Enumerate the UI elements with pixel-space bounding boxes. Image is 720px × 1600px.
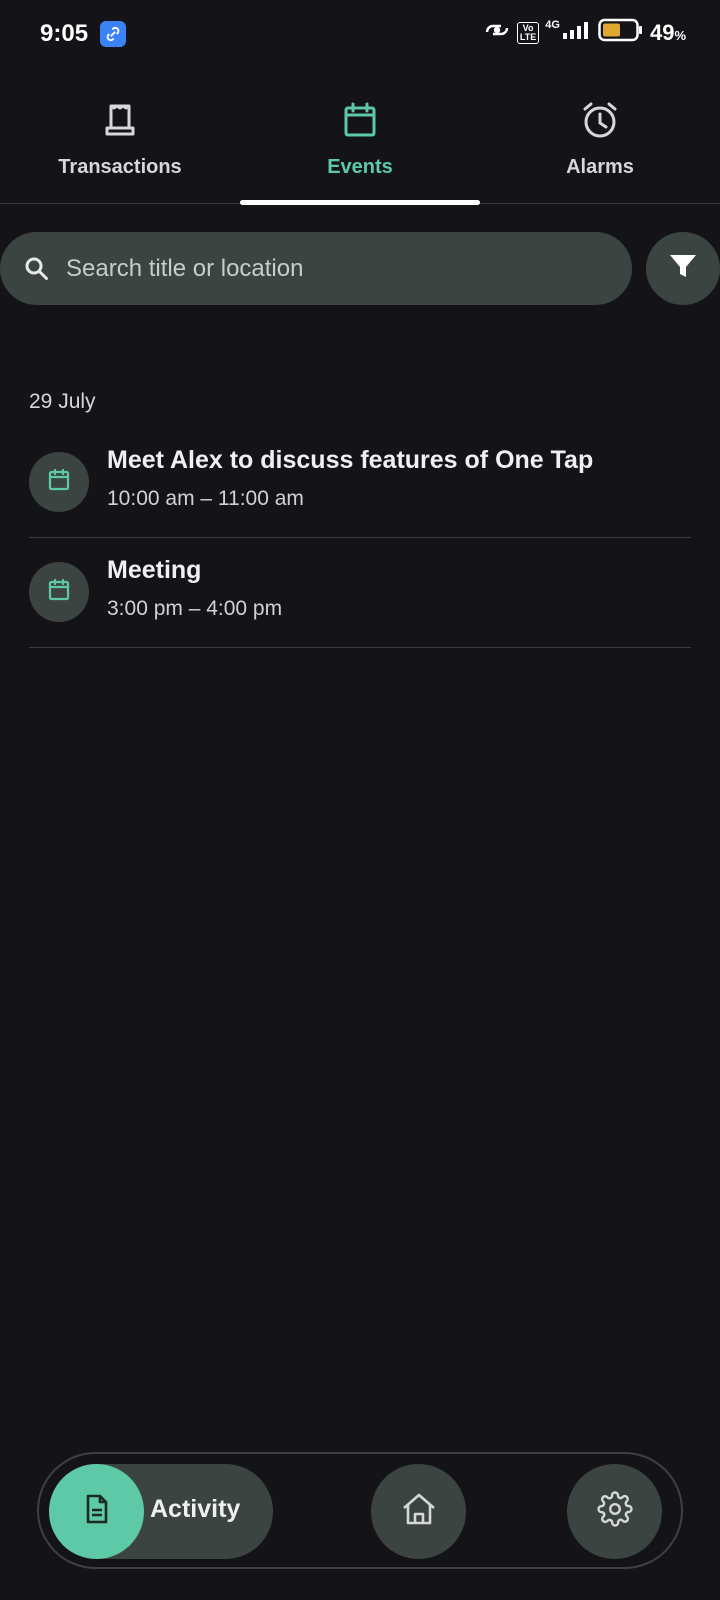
signal-icon — [562, 20, 592, 45]
search-bar[interactable] — [0, 232, 632, 305]
home-icon — [400, 1491, 438, 1532]
event-time: 3:00 pm – 4:00 pm — [107, 597, 283, 620]
status-bar: 9:05 Vo LTE 4G 49% — [0, 0, 720, 70]
tab-label: Transactions — [58, 156, 182, 178]
tab-transactions[interactable]: Transactions — [0, 90, 240, 202]
active-tab-indicator — [240, 200, 480, 205]
volte-icon: Vo LTE — [516, 21, 540, 44]
nav-home-button[interactable] — [371, 1464, 466, 1559]
event-icon-container — [29, 452, 89, 512]
event-time: 10:00 am – 11:00 am — [107, 487, 304, 510]
event-title: Meet Alex to discuss features of One Tap — [107, 446, 594, 474]
calendar-icon — [46, 577, 72, 608]
calendar-icon — [340, 100, 380, 140]
event-list-item[interactable]: Meet Alex to discuss features of One Tap… — [29, 428, 691, 538]
event-icon-container — [29, 562, 89, 622]
tab-label: Alarms — [566, 156, 634, 178]
tab-label: Events — [327, 156, 393, 178]
activity-icon-container — [49, 1464, 144, 1559]
gear-icon — [596, 1491, 633, 1532]
battery-icon — [598, 18, 644, 47]
calendar-icon — [46, 467, 72, 498]
link-app-icon — [100, 21, 126, 47]
filter-icon — [667, 250, 699, 287]
tab-bar: Transactions Events Alarms — [0, 90, 720, 205]
date-header: 29 July — [29, 390, 96, 413]
network-type: 4G — [545, 18, 560, 31]
tab-alarms[interactable]: Alarms — [480, 90, 720, 202]
status-icons: Vo LTE 4G 49% — [483, 18, 686, 47]
nav-activity-button[interactable]: Activity — [49, 1464, 273, 1559]
battery-percent: 49% — [649, 19, 686, 45]
alarm-clock-icon — [580, 100, 620, 140]
filter-button[interactable] — [646, 232, 720, 305]
bottom-navigation: Activity — [37, 1452, 683, 1569]
receipt-icon — [100, 100, 140, 140]
search-input[interactable] — [66, 232, 606, 305]
hotspot-icon — [483, 19, 511, 46]
event-list-item[interactable]: Meeting 3:00 pm – 4:00 pm — [29, 538, 691, 648]
nav-activity-label: Activity — [150, 1495, 241, 1523]
nav-settings-button[interactable] — [567, 1464, 662, 1559]
document-icon — [83, 1493, 111, 1530]
event-title: Meeting — [107, 556, 202, 584]
events-screen: 9:05 Vo LTE 4G 49% Transactions Events A… — [0, 0, 720, 1600]
tab-events[interactable]: Events — [240, 90, 480, 202]
status-time: 9:05 — [40, 20, 89, 47]
search-icon — [24, 256, 50, 282]
